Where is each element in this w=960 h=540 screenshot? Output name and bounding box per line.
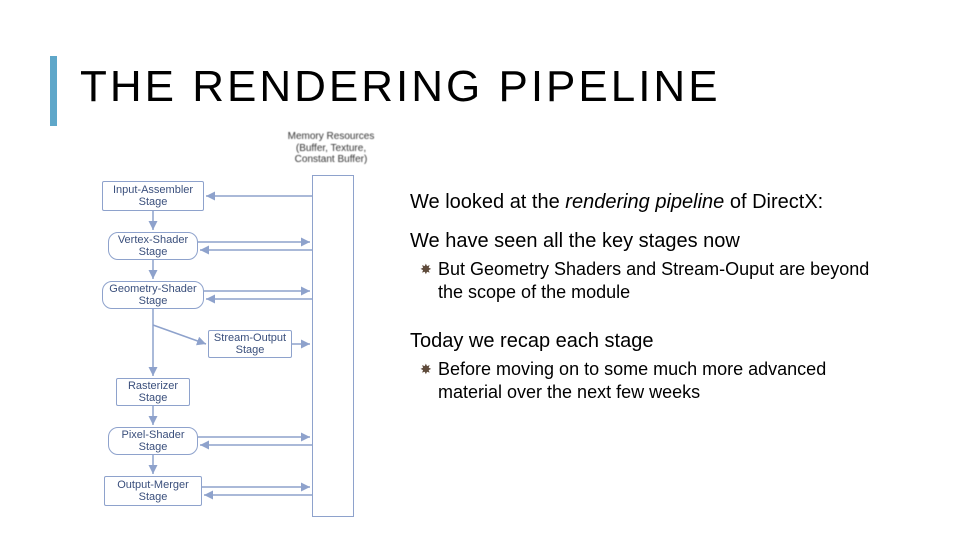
text-column: We looked at the rendering pipeline of D… bbox=[410, 190, 890, 403]
bullet-scope: ✸ But Geometry Shaders and Stream-Ouput … bbox=[420, 258, 890, 303]
title-accent-bar bbox=[50, 56, 57, 126]
mem-line1: Memory Resources bbox=[288, 131, 375, 142]
star-bullet-icon: ✸ bbox=[420, 361, 432, 379]
pipeline-diagram: Memory Resources (Buffer, Texture, Const… bbox=[78, 125, 378, 535]
stage-geometry-shader: Geometry-ShaderStage bbox=[102, 281, 204, 309]
stage-pixel-shader: Pixel-ShaderStage bbox=[108, 427, 198, 455]
stage-input-assembler: Input-AssemblerStage bbox=[102, 181, 204, 211]
slide-title: THE RENDERING PIPELINE bbox=[80, 62, 721, 112]
mem-line3: Constant Buffer) bbox=[295, 154, 368, 165]
memory-resources-label: Memory Resources (Buffer, Texture, Const… bbox=[276, 131, 386, 166]
bullet-advance: ✸ Before moving on to some much more adv… bbox=[420, 358, 890, 403]
mem-line2: (Buffer, Texture, bbox=[296, 143, 366, 154]
stage-output-merger: Output-MergerStage bbox=[104, 476, 202, 506]
stage-rasterizer: RasterizerStage bbox=[116, 378, 190, 406]
stage-vertex-shader: Vertex-ShaderStage bbox=[108, 232, 198, 260]
stage-stream-output: Stream-OutputStage bbox=[208, 330, 292, 358]
paragraph-stages: We have seen all the key stages now bbox=[410, 229, 890, 254]
paragraph-intro: We looked at the rendering pipeline of D… bbox=[410, 190, 890, 215]
memory-resources-box bbox=[312, 175, 354, 517]
paragraph-recap: Today we recap each stage bbox=[410, 329, 890, 354]
star-bullet-icon: ✸ bbox=[420, 261, 432, 279]
